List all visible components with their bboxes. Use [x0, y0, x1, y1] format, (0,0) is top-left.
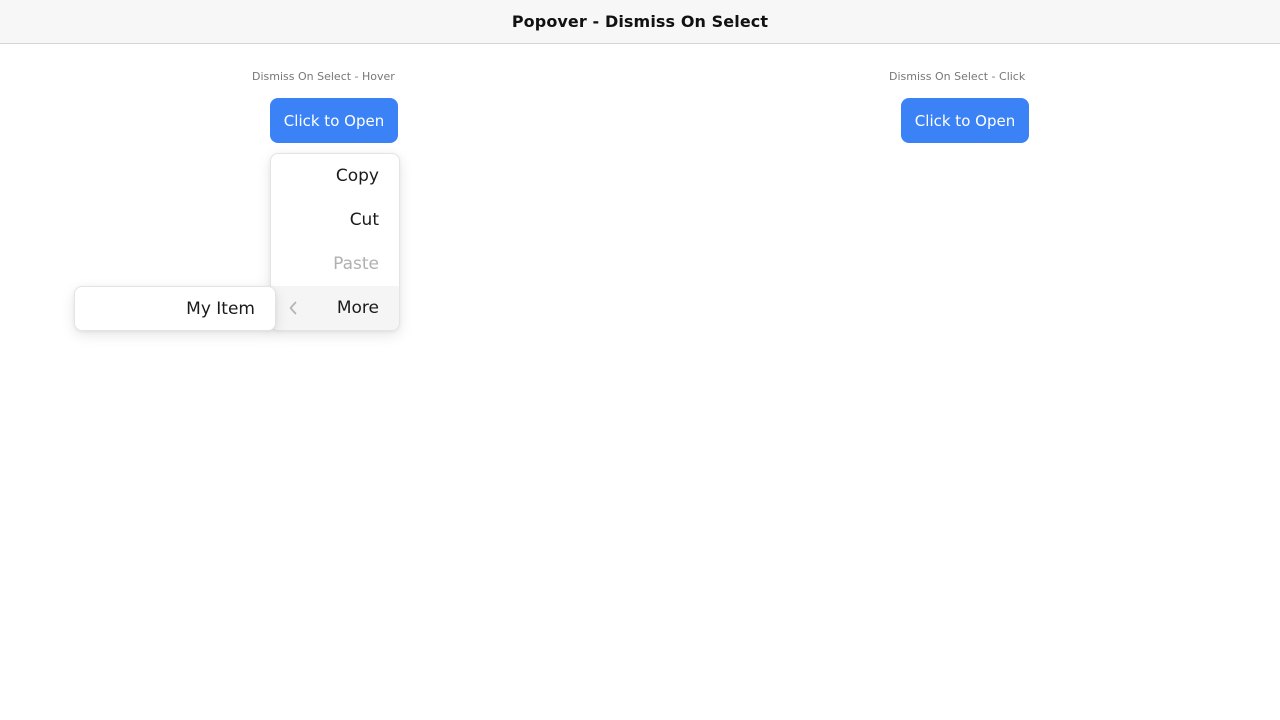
menu-item-label: Cut: [349, 210, 379, 230]
chevron-left-icon: [285, 299, 301, 317]
menu-item-copy[interactable]: Copy: [271, 154, 399, 198]
click-demo-label: Dismiss On Select - Click: [889, 70, 1026, 83]
submenu-item-label: My Item: [186, 298, 255, 319]
submenu-item-my-item[interactable]: My Item: [75, 287, 275, 330]
menu-item-label: Copy: [335, 166, 379, 186]
popover-menu: Copy Cut Paste More: [270, 153, 400, 331]
menu-item-label: Paste: [333, 254, 379, 274]
page-title: Popover - Dismiss On Select: [511, 12, 769, 31]
menu-item-label: More: [336, 298, 379, 318]
menu-item-more[interactable]: More: [271, 286, 399, 330]
hover-open-button[interactable]: Click to Open: [270, 98, 398, 143]
hover-demo-label: Dismiss On Select - Hover: [252, 70, 395, 83]
click-open-button[interactable]: Click to Open: [901, 98, 1029, 143]
submenu: My Item: [74, 286, 276, 331]
menu-item-cut[interactable]: Cut: [271, 198, 399, 242]
menu-item-paste: Paste: [271, 242, 399, 286]
header-bar: Popover - Dismiss On Select: [0, 0, 1280, 44]
